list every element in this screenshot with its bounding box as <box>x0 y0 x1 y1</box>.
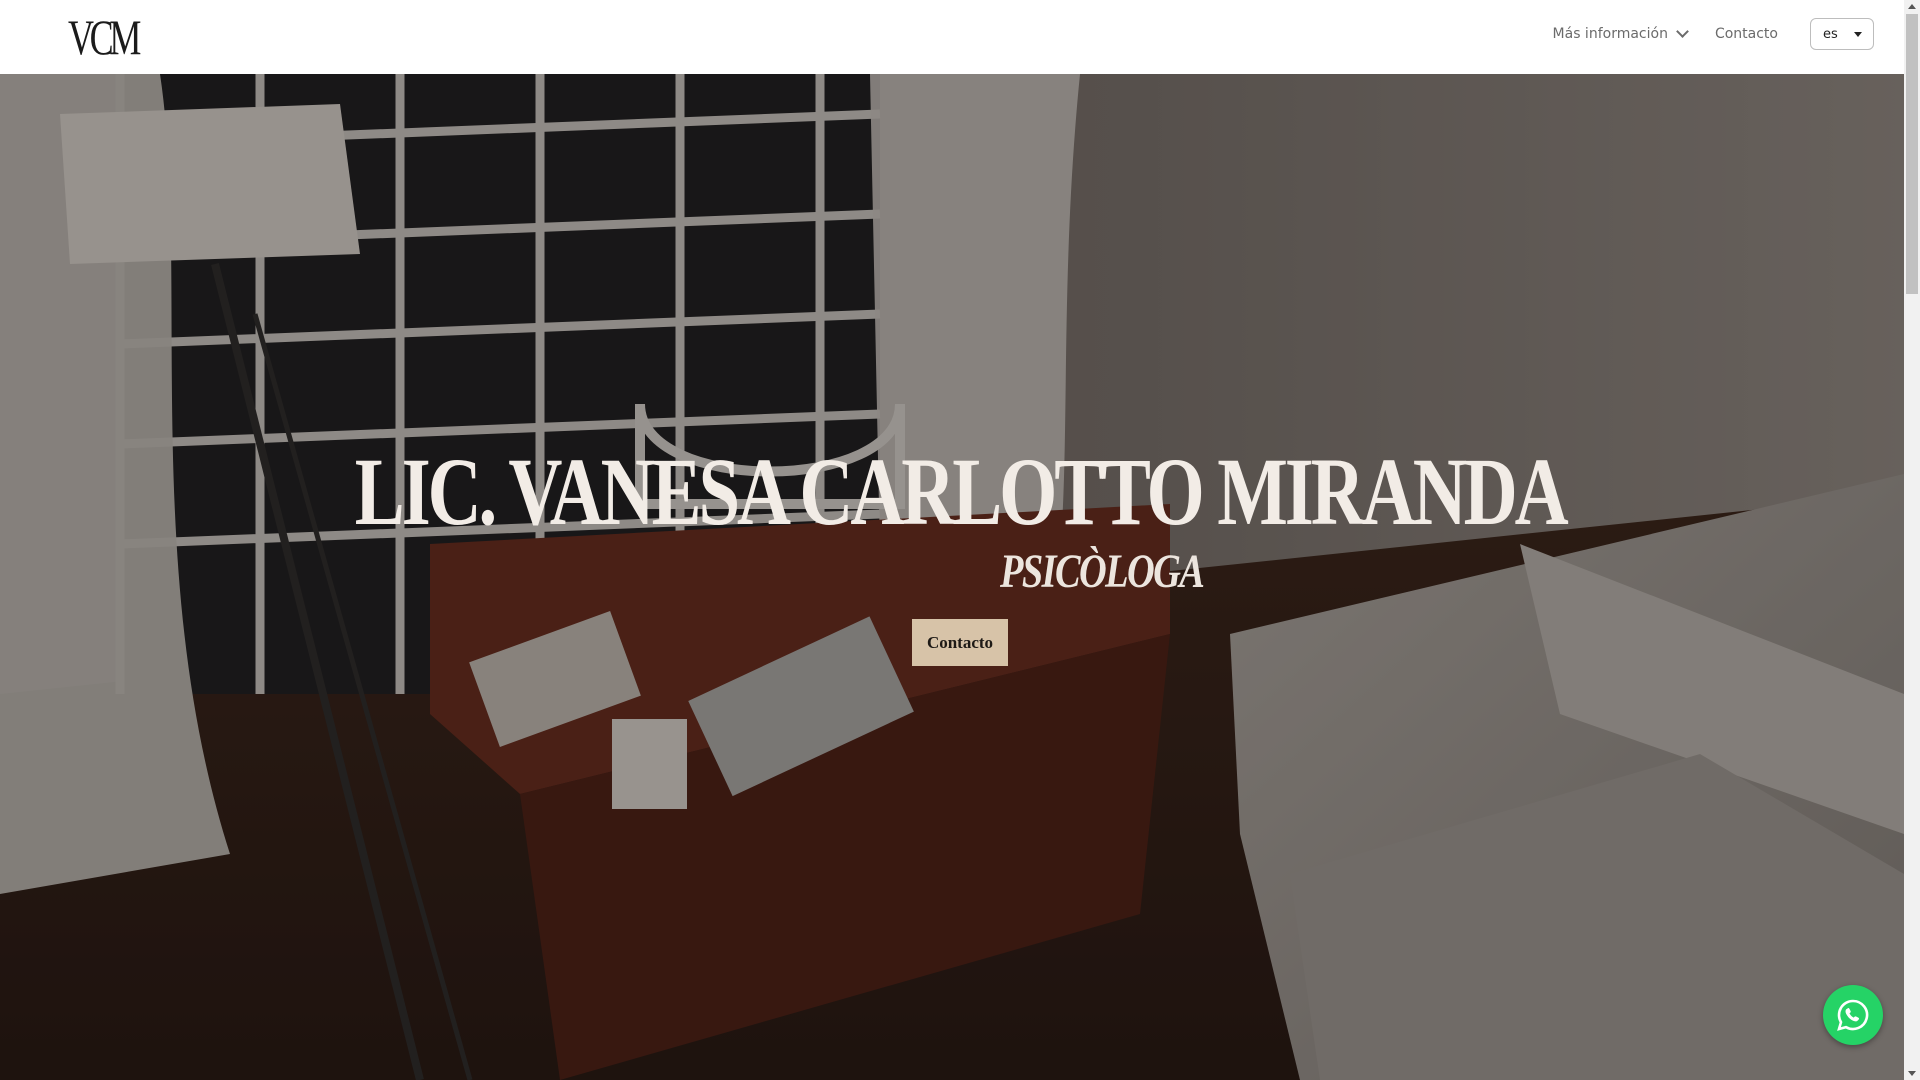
scroll-thumb[interactable] <box>1906 14 1918 294</box>
hero-section: LIC. VANESA CARLOTTO MIRANDA PSICÒLOGA C… <box>0 74 1904 1080</box>
more-info-dropdown[interactable]: Más información <box>1552 25 1689 42</box>
navbar: VCM Más información Contacto es <box>0 0 1904 74</box>
hero-title-text: LIC. VANESA CARLOTTO MIRANDA <box>354 438 1569 545</box>
logo[interactable]: VCM <box>68 12 141 62</box>
nav-contact-link[interactable]: Contacto <box>1715 26 1778 42</box>
caret-down-icon <box>1853 31 1862 37</box>
language-value: es <box>1823 26 1838 42</box>
hero-overlay <box>0 74 1904 1080</box>
page: VCM Más información Contacto es LIC. VAN… <box>0 0 1920 1080</box>
language-select[interactable]: es <box>1810 18 1874 50</box>
nav-menu: Más información Contacto es <box>1553 18 1874 50</box>
contact-button[interactable]: Contacto <box>912 619 1008 666</box>
scroll-up-arrow-icon[interactable] <box>1908 4 1916 9</box>
more-info-label: Más información <box>1552 26 1668 42</box>
scroll-down-arrow-icon[interactable] <box>1908 1071 1916 1076</box>
whatsapp-button[interactable] <box>1823 985 1883 1045</box>
page-scrollbar[interactable] <box>1904 0 1920 1080</box>
whatsapp-icon <box>1837 999 1869 1031</box>
hero-title: LIC. VANESA CARLOTTO MIRANDA <box>0 444 1904 540</box>
hero-subtitle-text: PSICÒLOGA <box>1000 545 1205 598</box>
hero-subtitle: PSICÒLOGA <box>1000 544 1254 599</box>
chevron-down-icon <box>1676 25 1689 38</box>
